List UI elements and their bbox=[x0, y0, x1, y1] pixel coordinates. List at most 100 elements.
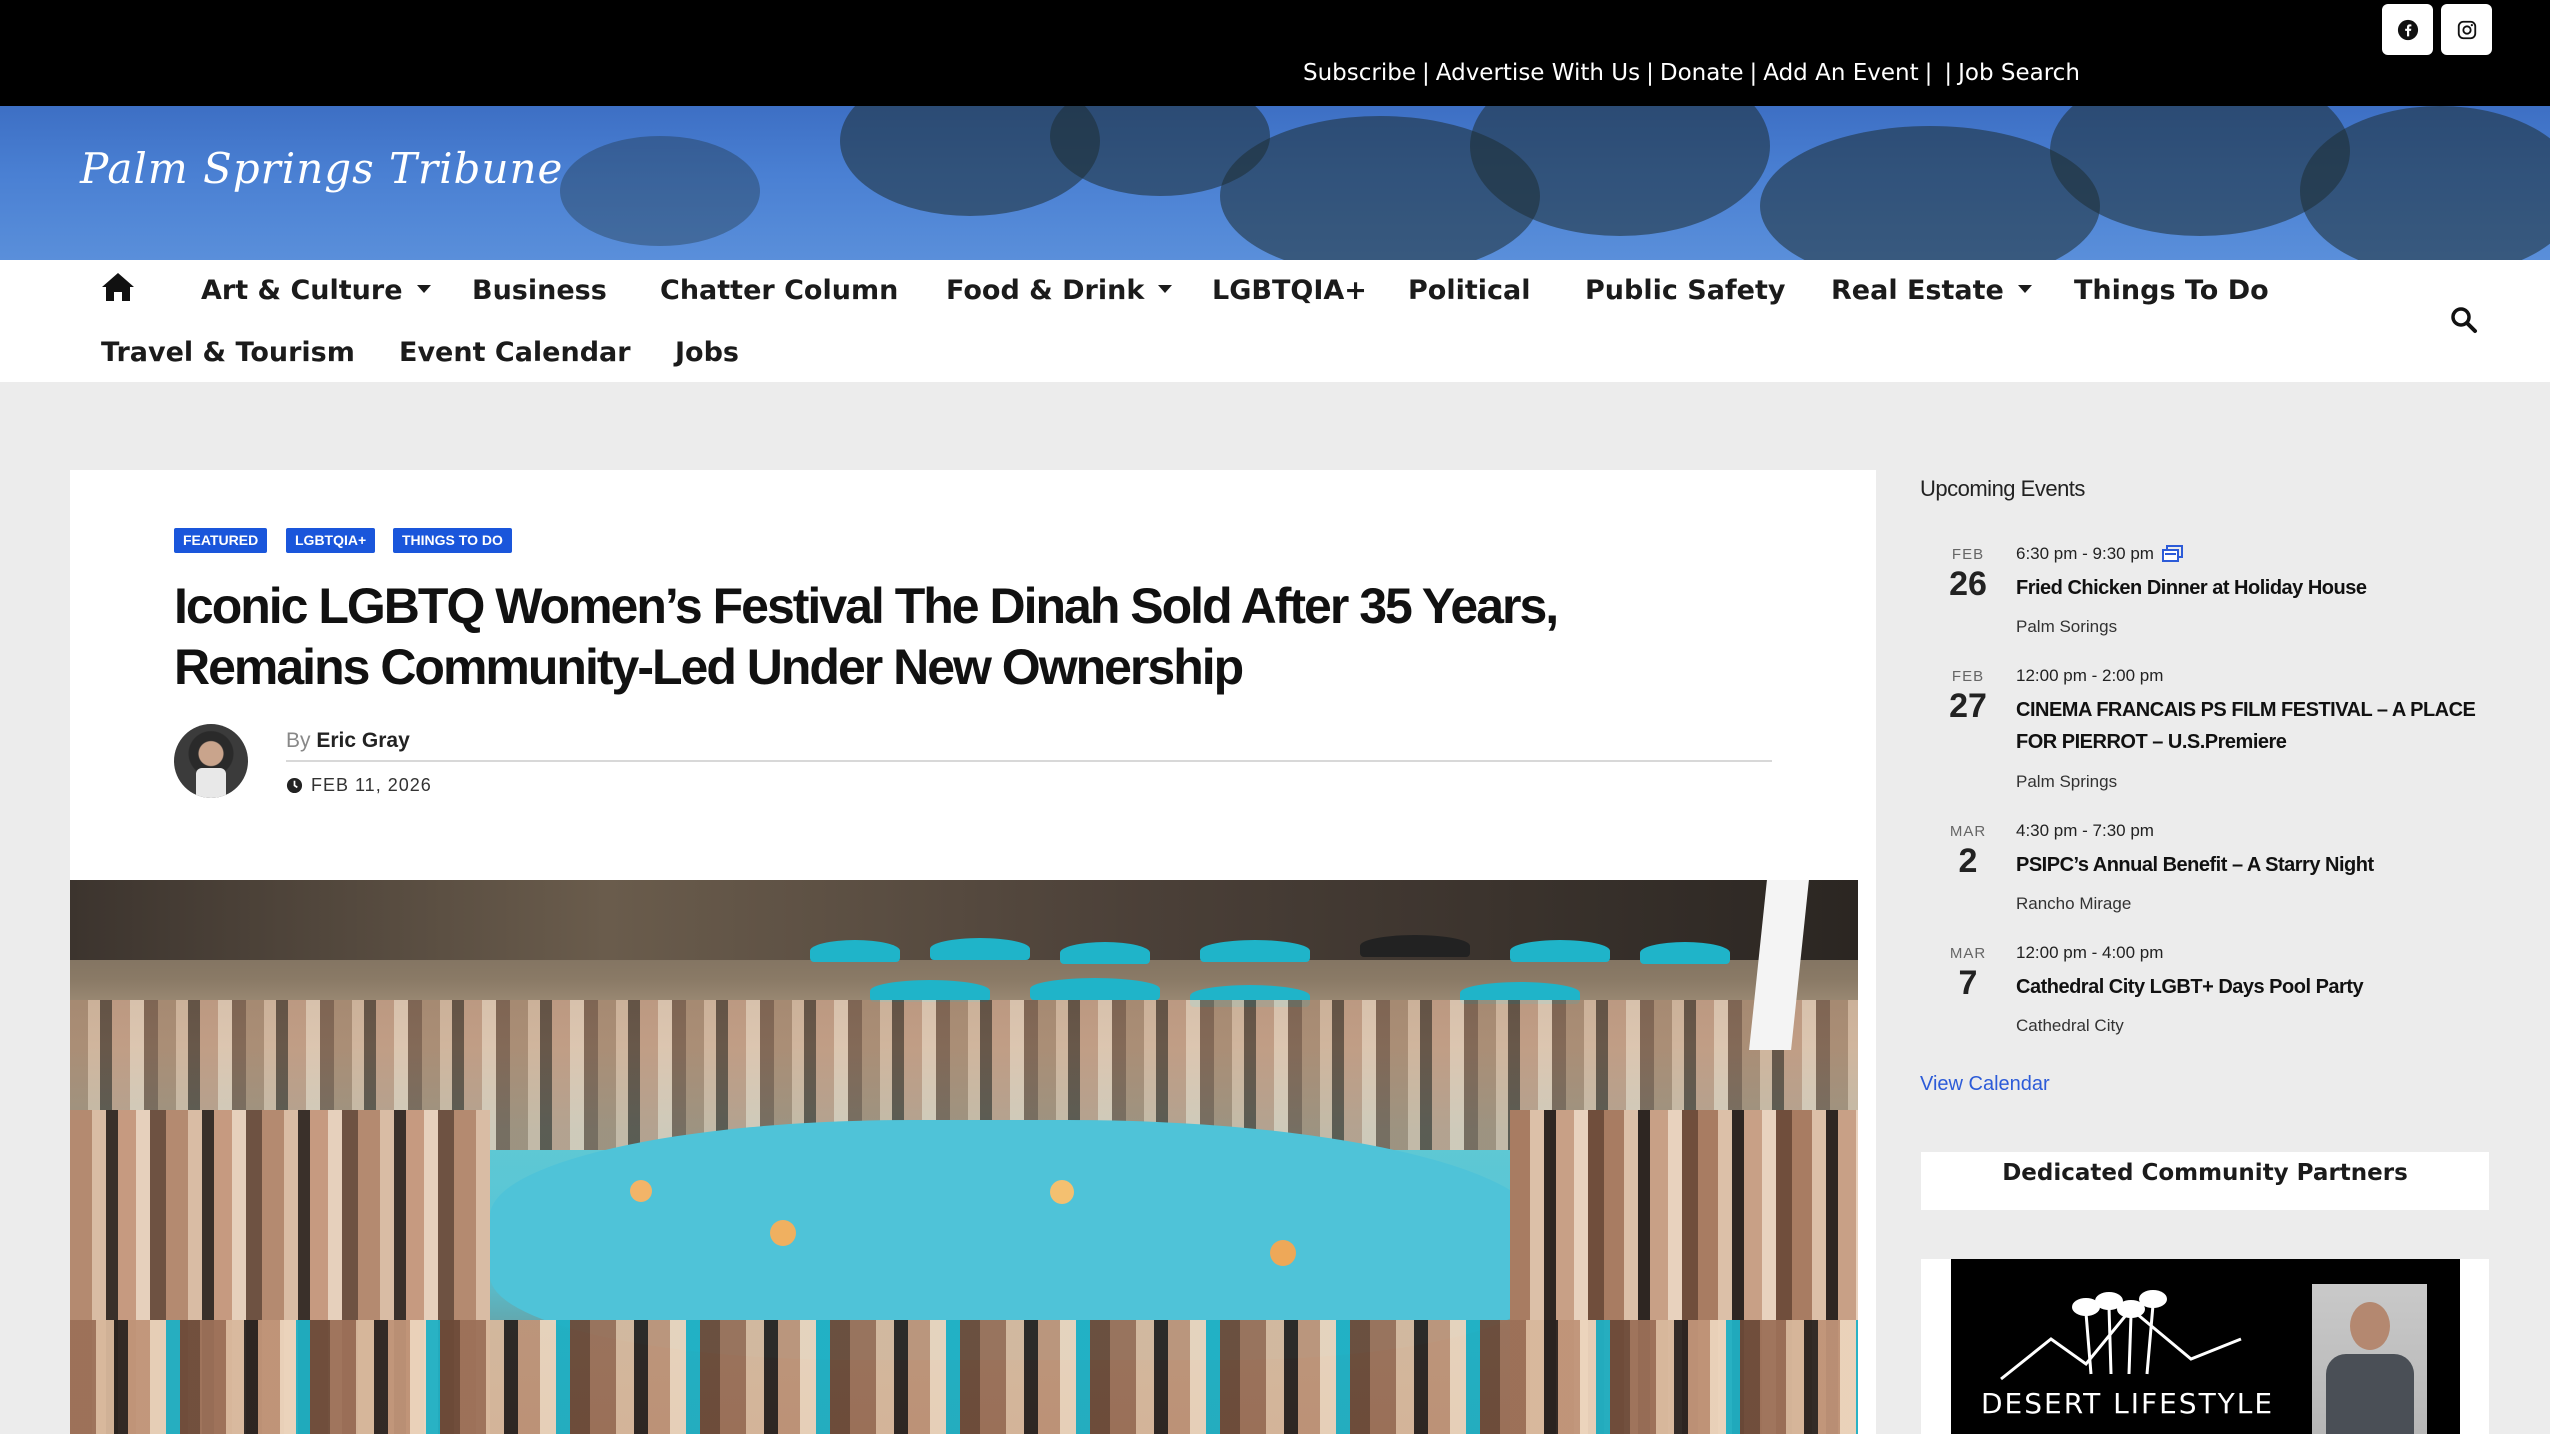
site-banner: Palm Springs Tribune bbox=[0, 106, 2550, 260]
home-icon[interactable] bbox=[101, 272, 135, 302]
divider bbox=[286, 760, 1772, 762]
event-month: FEB bbox=[1951, 546, 1985, 563]
nav-label: LGBTQIA+ bbox=[1212, 275, 1367, 306]
badge-featured[interactable]: FEATURED bbox=[174, 528, 268, 553]
event-day: 2 bbox=[1958, 842, 1978, 880]
event-venue: Palm Sorings bbox=[2016, 617, 2118, 636]
nav-lgbtqia[interactable]: LGBTQIA+ bbox=[1212, 275, 1367, 306]
umbrella bbox=[810, 940, 900, 962]
nav-event-calendar[interactable]: Event Calendar bbox=[399, 337, 631, 368]
nav-label: Travel & Tourism bbox=[101, 337, 355, 368]
nav-label: Public Safety bbox=[1585, 275, 1786, 306]
badge-things-to-do[interactable]: THINGS TO DO bbox=[393, 528, 512, 553]
event-title[interactable]: Fried Chicken Dinner at Holiday House bbox=[2016, 572, 2496, 604]
view-calendar-link[interactable]: View Calendar bbox=[1920, 1073, 2050, 1096]
badge-lgbtqia[interactable]: LGBTQIA+ bbox=[286, 528, 376, 553]
event-month: MAR bbox=[1949, 945, 1987, 962]
event-title[interactable]: PSIPC’s Annual Benefit – A Starry Night bbox=[2016, 849, 2496, 881]
nav-label: Real Estate bbox=[1831, 275, 2004, 306]
event-day: 27 bbox=[1949, 687, 1987, 725]
nav-business[interactable]: Business bbox=[472, 275, 607, 306]
separator: | bbox=[1924, 60, 1933, 86]
event-time: 12:00 pm - 4:00 pm bbox=[2016, 943, 2163, 963]
event-time-text: 12:00 pm - 2:00 pm bbox=[2016, 666, 2164, 685]
umbrella bbox=[1510, 940, 1610, 962]
separator: | bbox=[1422, 60, 1430, 86]
facebook-icon bbox=[2397, 19, 2418, 40]
beach-ball bbox=[630, 1180, 652, 1202]
chevron-down-icon bbox=[416, 284, 431, 293]
nav-label: Art & Culture bbox=[201, 275, 403, 306]
author-avatar[interactable] bbox=[174, 724, 248, 798]
umbrella bbox=[1200, 940, 1310, 962]
nav-label: Food & Drink bbox=[946, 275, 1145, 306]
event-venue: Cathedral City bbox=[2016, 1016, 2124, 1035]
umbrella bbox=[930, 938, 1030, 960]
separator: | bbox=[1944, 60, 1953, 86]
umbrella bbox=[1030, 978, 1160, 1000]
search-icon[interactable] bbox=[2450, 306, 2478, 334]
article-date: FEB 11, 2026 bbox=[286, 775, 432, 796]
recurring-icon[interactable] bbox=[2161, 545, 2184, 563]
crowd-front bbox=[70, 1320, 1858, 1434]
separator: | bbox=[1749, 60, 1758, 86]
nav-travel-tourism[interactable]: Travel & Tourism bbox=[101, 337, 355, 368]
nav-political[interactable]: Political bbox=[1408, 275, 1531, 306]
instagram-button[interactable] bbox=[2441, 4, 2492, 55]
palm-decor bbox=[560, 136, 760, 246]
site-logo[interactable]: Palm Springs Tribune bbox=[80, 144, 563, 193]
event-venue: Rancho Mirage bbox=[2016, 894, 2132, 913]
main-nav: Art & Culture Business Chatter Column Fo… bbox=[0, 260, 2550, 382]
facebook-button[interactable] bbox=[2382, 4, 2433, 55]
byline: By Eric Gray bbox=[286, 729, 410, 753]
event-day: 26 bbox=[1949, 565, 1987, 603]
nav-label: Political bbox=[1408, 275, 1531, 306]
job-search-link[interactable]: Job Search bbox=[1958, 60, 2080, 86]
umbrella bbox=[1060, 942, 1150, 964]
nav-label: Business bbox=[472, 275, 607, 306]
umbrella bbox=[870, 980, 990, 1002]
nav-label: Things To Do bbox=[2074, 275, 2269, 306]
nav-label: Event Calendar bbox=[399, 337, 631, 368]
palm-logo-icon bbox=[2000, 1290, 2242, 1381]
palm-decor bbox=[1760, 126, 2100, 260]
ad-text: DESERT LIFESTYLE bbox=[1981, 1387, 2275, 1420]
by-label: By bbox=[286, 729, 311, 752]
nav-art-culture[interactable]: Art & Culture bbox=[201, 275, 431, 306]
chevron-down-icon bbox=[1158, 284, 1173, 293]
event-title[interactable]: CINEMA FRANCAIS PS FILM FESTIVAL – A PLA… bbox=[2016, 694, 2496, 758]
nav-jobs[interactable]: Jobs bbox=[675, 337, 739, 368]
donate-link[interactable]: Donate bbox=[1660, 60, 1744, 86]
beach-ball bbox=[1270, 1240, 1296, 1266]
umbrella bbox=[1360, 935, 1470, 957]
nav-things-to-do[interactable]: Things To Do bbox=[2074, 275, 2269, 306]
event-title[interactable]: Cathedral City LGBT+ Days Pool Party bbox=[2016, 971, 2496, 1003]
subscribe-link[interactable]: Subscribe bbox=[1303, 60, 1416, 86]
date-text: FEB 11, 2026 bbox=[311, 775, 432, 795]
add-event-link[interactable]: Add An Event bbox=[1763, 60, 1918, 86]
advertise-link[interactable]: Advertise With Us bbox=[1436, 60, 1640, 86]
upcoming-events-title: Upcoming Events bbox=[1920, 476, 2085, 501]
nav-real-estate[interactable]: Real Estate bbox=[1831, 275, 2032, 306]
event-month: MAR bbox=[1949, 823, 1987, 840]
event-time: 6:30 pm - 9:30 pm bbox=[2016, 544, 2184, 564]
top-links: Subscribe | Advertise With Us | Donate | Add A… bbox=[1303, 60, 2080, 86]
top-bar: Subscribe | Advertise With Us | Donate | Add A… bbox=[0, 0, 2550, 106]
nav-chatter-column[interactable]: Chatter Column bbox=[660, 275, 898, 306]
event-time-text: 12:00 pm - 4:00 pm bbox=[2016, 943, 2164, 962]
nav-label: Chatter Column bbox=[660, 275, 899, 306]
beach-ball bbox=[770, 1220, 796, 1246]
event-time-text: 4:30 pm - 7:30 pm bbox=[2016, 821, 2154, 840]
author-link[interactable]: Eric Gray bbox=[316, 729, 409, 752]
instagram-icon bbox=[2457, 20, 2476, 39]
nav-label: Jobs bbox=[675, 337, 739, 368]
event-month: FEB bbox=[1951, 668, 1985, 685]
nav-food-drink[interactable]: Food & Drink bbox=[946, 275, 1173, 306]
beach-ball bbox=[1050, 1180, 1074, 1204]
event-time: 4:30 pm - 7:30 pm bbox=[2016, 821, 2154, 841]
partners-heading: Dedicated Community Partners bbox=[1921, 1152, 2489, 1210]
partner-ad[interactable]: DESERT LIFESTYLE bbox=[1951, 1259, 2460, 1434]
article-hero-image[interactable] bbox=[70, 880, 1858, 1434]
nav-public-safety[interactable]: Public Safety bbox=[1585, 275, 1785, 306]
event-time: 12:00 pm - 2:00 pm bbox=[2016, 666, 2163, 686]
